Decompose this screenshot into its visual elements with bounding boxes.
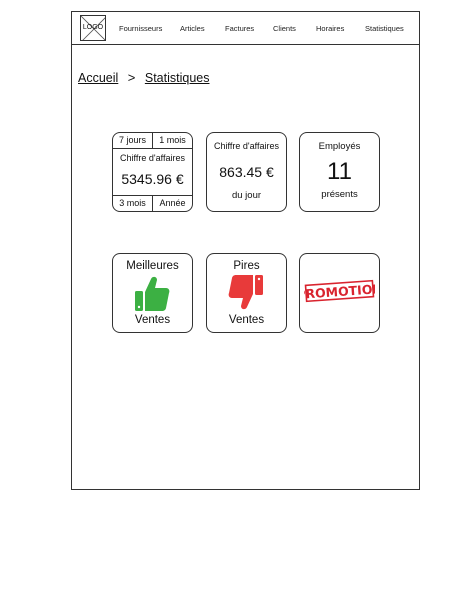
breadcrumb-home-link[interactable]: Accueil	[78, 71, 118, 85]
nav-item-articles[interactable]: Articles	[180, 24, 205, 33]
revenue-day-tile: Chiffre d'affaires 863.45 € du jour	[206, 132, 287, 212]
promotion-stamp-icon: PROMOTION	[304, 279, 375, 303]
nav-item-horaires[interactable]: Horaires	[316, 24, 344, 33]
tab-annee[interactable]: Année	[153, 196, 192, 211]
period-tabs-top: 7 jours 1 mois	[113, 133, 192, 149]
top-navbar: LOGO Fournisseurs Articles Factures Clie…	[72, 12, 419, 45]
revenue-day-label: Chiffre d'affaires	[214, 141, 279, 151]
revenue-day-value: 863.45 €	[219, 164, 274, 180]
logo[interactable]: LOGO	[80, 15, 106, 41]
worst-sales-button[interactable]: Pires Ventes	[206, 253, 287, 333]
revenue-day-sub: du jour	[231, 190, 262, 201]
promotion-button[interactable]: PROMOTION	[299, 253, 380, 333]
breadcrumb: Accueil > Statistiques	[78, 70, 209, 85]
logo-label: LOGO	[82, 24, 104, 31]
breadcrumb-current-link[interactable]: Statistiques	[145, 71, 210, 85]
thumbs-down-icon	[228, 275, 263, 310]
worst-sales-bottom-label: Ventes	[228, 314, 265, 326]
revenue-period-value: 5345.96 €	[121, 171, 184, 187]
best-sales-bottom-label: Ventes	[134, 314, 171, 326]
employees-count: 11	[327, 158, 352, 185]
nav-item-factures[interactable]: Factures	[225, 24, 254, 33]
tab-7-jours[interactable]: 7 jours	[113, 133, 153, 148]
best-sales-button[interactable]: Meilleures Ventes	[112, 253, 193, 333]
employees-label: Employés	[318, 141, 361, 152]
employees-tile: Employés 11 présents	[299, 132, 380, 212]
employees-sub: présents	[321, 189, 358, 200]
period-tabs-bottom: 3 mois Année	[113, 195, 192, 211]
tab-3-mois[interactable]: 3 mois	[113, 196, 153, 211]
nav-item-clients[interactable]: Clients	[273, 24, 296, 33]
revenue-period-label: Chiffre d'affaires	[120, 153, 185, 163]
thumbs-up-icon	[135, 276, 170, 311]
tab-1-mois[interactable]: 1 mois	[153, 133, 192, 148]
worst-sales-top-label: Pires	[233, 260, 260, 272]
breadcrumb-separator: >	[127, 70, 136, 85]
best-sales-top-label: Meilleures	[126, 260, 179, 272]
revenue-period-tile: 7 jours 1 mois Chiffre d'affaires 5345.9…	[112, 132, 193, 212]
nav-item-statistiques[interactable]: Statistiques	[365, 24, 404, 33]
app-window: LOGO Fournisseurs Articles Factures Clie…	[71, 11, 420, 490]
nav-item-fournisseurs[interactable]: Fournisseurs	[119, 24, 162, 33]
